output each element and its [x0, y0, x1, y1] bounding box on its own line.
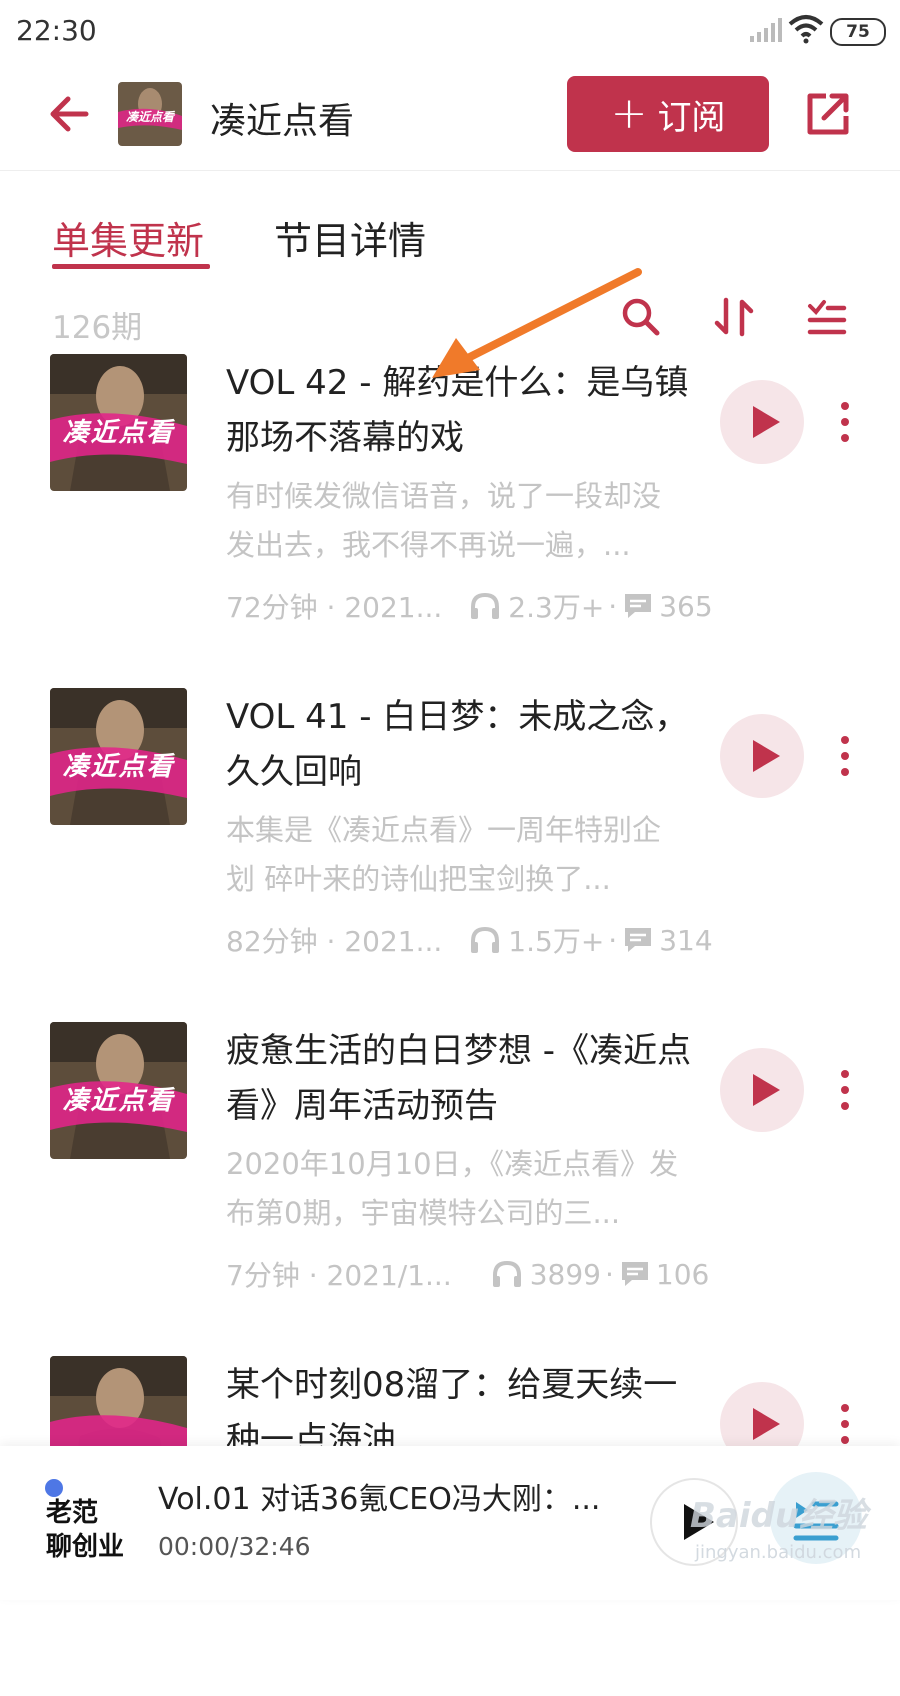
episode-description: 有时候发微信语音，说了一段却没发出去，我不得不再说一遍，... — [226, 479, 662, 562]
battery-indicator: 75 — [830, 18, 886, 46]
episode-title[interactable]: VOL 41 - 白日梦：未成之念，久久回响 — [226, 690, 696, 800]
episode-plays: 2.3万+ — [508, 591, 605, 624]
more-options-icon[interactable] — [838, 734, 852, 778]
episode-plays: 1.5万+ — [508, 925, 605, 958]
episode-meta: 82分钟 · 2021... 1.5万+ · 314 — [226, 920, 713, 960]
back-arrow-icon[interactable] — [46, 90, 94, 138]
play-icon — [753, 406, 780, 438]
episode-item[interactable]: 凑近点看 VOL 41 - 白日梦：未成之念，久久回响 本集是《凑近点看》一周年… — [0, 688, 900, 1028]
subscribe-button[interactable]: + 订阅 — [567, 76, 769, 152]
more-options-icon[interactable] — [838, 1068, 852, 1112]
episode-meta: 7分钟 · 2021/1... 3899 · 106 — [226, 1254, 709, 1294]
play-icon — [753, 740, 780, 772]
player-cover-line1: 老范 — [46, 1498, 99, 1528]
episode-title[interactable]: 疲惫生活的白日梦想 -《凑近点看》周年活动预告 — [226, 1024, 696, 1134]
more-options-icon[interactable] — [838, 1402, 852, 1446]
comment-icon — [625, 928, 652, 952]
episode-item[interactable]: 凑近点看 VOL 42 - 解药是什么：是乌镇那场不落幕的戏 有时候发微信语音，… — [0, 354, 900, 694]
play-button[interactable] — [720, 380, 804, 464]
player-cover-line2: 聊创业 — [46, 1532, 125, 1562]
cover-text: 凑近点看 — [62, 752, 175, 782]
batch-select-icon[interactable] — [806, 296, 848, 338]
play-button[interactable] — [720, 714, 804, 798]
podcast-title: 凑近点看 — [210, 101, 355, 142]
comment-icon — [621, 1262, 648, 1286]
mini-player[interactable]: 老范 聊创业 Vol.01 对话36氪CEO冯大刚：... 00:00/32:4… — [0, 1446, 900, 1600]
cover-text: 凑近点看 — [62, 418, 175, 448]
episode-comments: 106 — [655, 1257, 710, 1291]
status-bar: 22:30 75 — [0, 0, 900, 62]
sort-icon[interactable] — [713, 296, 755, 338]
tab-program-details[interactable]: 节目详情 — [274, 210, 426, 265]
cover-text: 凑近点看 — [62, 1086, 175, 1116]
headphones-icon — [492, 1260, 521, 1287]
episode-cover: 凑近点看 — [50, 354, 187, 491]
watermark-url: jingyan.baidu.com — [695, 1542, 862, 1563]
headphones-icon — [471, 926, 500, 953]
episode-duration-date: 82分钟 · 2021... — [226, 925, 443, 958]
episode-comments: 365 — [659, 589, 713, 623]
player-cover: 老范 聊创业 — [40, 1474, 136, 1570]
headphones-icon — [471, 592, 500, 619]
episode-cover: 凑近点看 — [50, 1022, 187, 1159]
tab-active-indicator — [52, 264, 210, 269]
watermark: Baidu经验 — [690, 1496, 868, 1536]
episode-item[interactable]: 凑近点看 疲惫生活的白日梦想 -《凑近点看》周年活动预告 2020年10月10日… — [0, 1022, 900, 1362]
share-icon[interactable] — [804, 90, 852, 138]
episode-comments: 314 — [659, 923, 713, 957]
signal-icon — [750, 18, 782, 42]
episode-plays: 3899 — [529, 1257, 601, 1291]
subscribe-label: 订阅 — [657, 97, 726, 138]
episode-description: 本集是《凑近点看》一周年特别企划 碎叶来的诗仙把宝剑换了... — [226, 813, 662, 896]
play-button[interactable] — [720, 1048, 804, 1132]
episode-duration-date: 7分钟 · 2021/1... — [226, 1259, 452, 1292]
player-track-title[interactable]: Vol.01 对话36氪CEO冯大刚：... — [158, 1474, 600, 1518]
tab-episodes[interactable]: 单集更新 — [52, 210, 204, 265]
episode-meta: 72分钟 · 2021... 2.3万+ · 365 — [226, 586, 713, 626]
more-options-icon[interactable] — [838, 400, 852, 444]
podcast-cover-thumbnail: 凑近点看 — [118, 82, 182, 146]
wifi-icon — [788, 15, 824, 44]
play-icon — [753, 1074, 780, 1106]
episode-description: 2020年10月10日，《凑近点看》发布第0期，宇宙模特公司的三... — [226, 1147, 679, 1230]
status-time: 22:30 — [16, 14, 97, 47]
episode-duration-date: 72分钟 · 2021... — [226, 591, 443, 624]
thumbnail-text: 凑近点看 — [125, 110, 174, 124]
annotation-arrow — [432, 268, 642, 378]
episode-count: 126期 — [52, 310, 143, 346]
plus-icon: + — [610, 88, 648, 139]
player-time: 00:00/32:46 — [158, 1532, 311, 1561]
comment-icon — [625, 594, 652, 618]
app-header: 凑近点看 凑近点看 + 订阅 — [0, 62, 900, 171]
episode-cover: 凑近点看 — [50, 688, 187, 825]
